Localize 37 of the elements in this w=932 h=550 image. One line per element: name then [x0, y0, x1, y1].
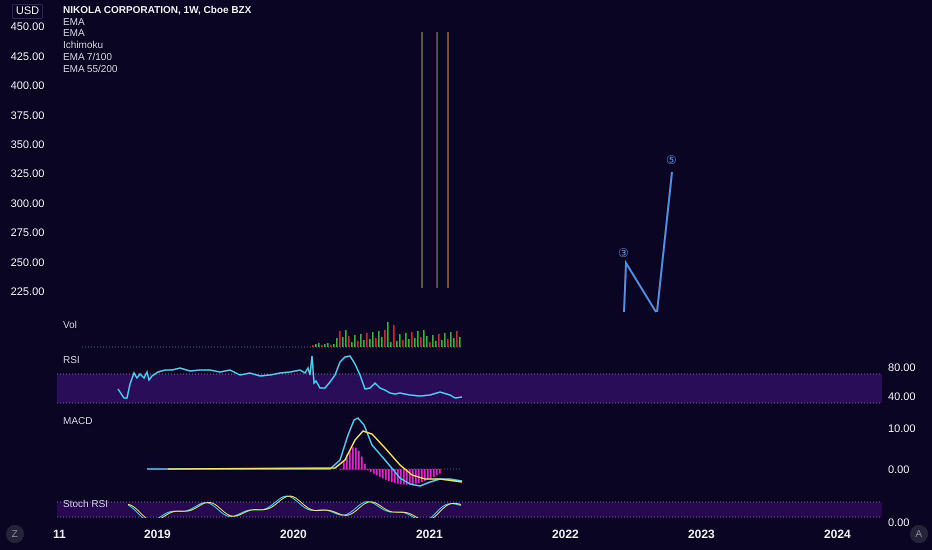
price-axis-label: 350.00	[10, 138, 44, 153]
price-axis-label: 300.00	[10, 196, 44, 212]
price-axis-label: 375.00	[10, 108, 44, 124]
pane-label: Vol	[63, 319, 77, 333]
time-axis-label: 2019	[142, 526, 172, 543]
indicator-axis-label: 80.00	[888, 361, 916, 376]
time-axis-label: 2024	[822, 526, 852, 543]
price-axis-label: 325.00	[10, 167, 44, 182]
chart-title: NIKOLA CORPORATION, 1W, Cboe BZX	[63, 5, 252, 17]
indicator-axis-label: 0.00	[888, 463, 910, 478]
wave-label: ⑤	[666, 152, 677, 169]
indicator-axis-label: 10.00	[888, 422, 916, 437]
time-axis-label: 2020	[278, 526, 308, 543]
indicator-axis-label: 40.00	[888, 390, 916, 405]
currency-label: USD	[12, 4, 44, 19]
price-axis-label: 225.00	[10, 284, 44, 300]
pane-label: RSI	[63, 354, 80, 368]
indicator-label: EMA	[63, 16, 86, 28]
time-axis-label: 2023	[686, 526, 716, 543]
indicator-label: Ichimoku	[63, 40, 104, 52]
indicator-label: EMA 55/200	[63, 64, 118, 76]
wave-label: ③	[618, 245, 629, 262]
price-axis-label: 450.00	[10, 20, 44, 36]
price-axis-label: 250.00	[10, 256, 44, 271]
indicator-label: EMA	[63, 28, 86, 40]
price-axis-label: 275.00	[10, 226, 44, 242]
indicator-label: EMA 7/100	[63, 52, 113, 64]
time-axis-label: 11	[52, 526, 67, 543]
auto-scale-button[interactable]: A	[910, 525, 928, 543]
time-axis-label: 2022	[550, 526, 580, 543]
pane-label: MACD	[63, 415, 92, 429]
pane-label: Stoch RSI	[63, 498, 108, 512]
time-axis-label: 2021	[414, 526, 444, 543]
zoom-button[interactable]: Z	[6, 525, 24, 543]
price-axis-label: 425.00	[10, 50, 44, 65]
indicator-axis-label: 0.00	[888, 516, 910, 531]
price-axis-label: 400.00	[10, 79, 44, 94]
